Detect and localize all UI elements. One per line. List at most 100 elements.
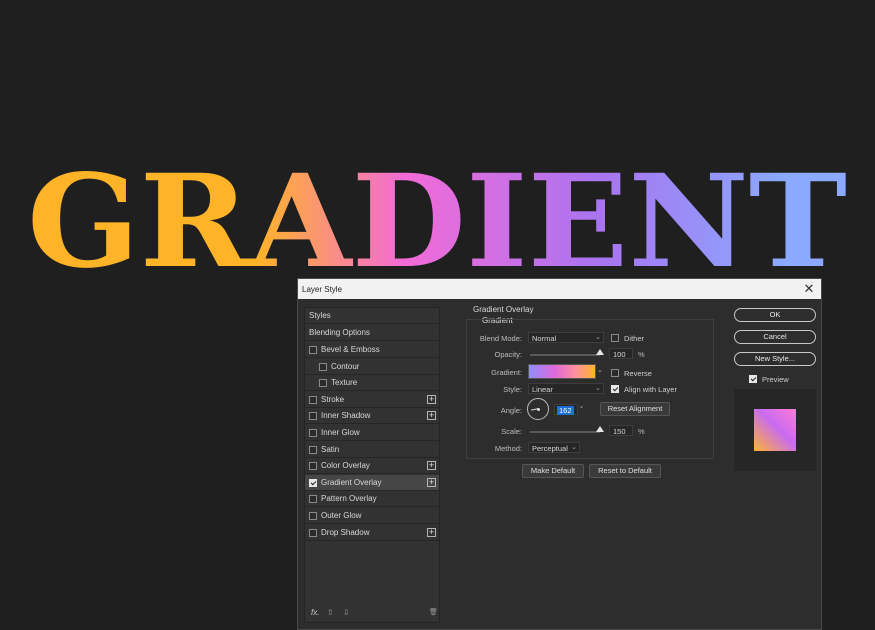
scale-slider[interactable] <box>530 426 604 433</box>
dither-checkbox-row[interactable]: Dither <box>611 333 644 343</box>
dither-label: Dither <box>624 334 645 343</box>
preview-checkbox[interactable] <box>749 375 757 383</box>
blend-mode-label: Blend Mode: <box>479 334 522 343</box>
style-item-checkbox[interactable] <box>319 379 327 388</box>
align-with-layer-label: Align with Layer <box>624 385 677 394</box>
style-item-checkbox[interactable] <box>309 395 317 404</box>
style-item[interactable]: Texture <box>305 375 439 392</box>
scale-value: 150 <box>613 427 626 436</box>
preview-swatch <box>754 409 796 451</box>
reset-to-default-button[interactable]: Reset to Default <box>589 464 661 478</box>
make-default-button[interactable]: Make Default <box>522 464 584 478</box>
style-item[interactable]: Contour <box>305 359 439 375</box>
blend-mode-value: Normal <box>532 334 557 343</box>
style-item-label: Texture <box>331 378 358 388</box>
opacity-slider[interactable] <box>530 349 604 356</box>
style-item[interactable]: Outer Glow <box>305 508 439 524</box>
hero-svg: GRADIENT <box>27 147 847 288</box>
add-instance-icon[interactable]: + <box>427 477 436 487</box>
blend-mode-select[interactable]: Normal ⌄ <box>528 332 604 343</box>
opacity-input[interactable]: 100 <box>609 348 633 359</box>
gradient-label: Gradient: <box>491 368 522 377</box>
style-item[interactable]: Color Overlay + <box>305 458 439 475</box>
styles-header[interactable]: Styles <box>305 308 439 324</box>
align-with-layer-row[interactable]: Align with Layer <box>611 384 677 394</box>
method-label: Method: <box>494 444 522 453</box>
style-item-checkbox[interactable] <box>309 528 317 537</box>
ok-button[interactable]: OK <box>734 308 816 322</box>
scale-unit: % <box>638 427 645 436</box>
style-item-checkbox[interactable] <box>309 495 317 504</box>
dialog-title: Layer Style <box>302 285 343 294</box>
style-value: Linear <box>532 385 553 394</box>
blending-options-label: Blending Options <box>309 328 370 337</box>
add-instance-icon[interactable]: + <box>427 411 436 421</box>
style-item[interactable]: Gradient Overlay + <box>305 474 439 491</box>
angle-input[interactable]: 162 <box>554 404 578 415</box>
scale-input[interactable]: 150 <box>609 425 633 436</box>
style-label: Style: <box>503 385 522 394</box>
scale-label: Scale: <box>501 427 522 436</box>
gradient-dropdown-icon[interactable]: ⌄ <box>597 366 603 374</box>
gradient-swatch[interactable] <box>528 364 596 379</box>
gradient-hero-text: GRADIENT <box>0 138 875 288</box>
add-instance-icon[interactable]: + <box>427 527 436 537</box>
style-item[interactable]: Inner Glow <box>305 425 439 441</box>
style-item-checkbox[interactable] <box>309 462 317 471</box>
style-item[interactable]: Satin <box>305 442 439 458</box>
style-item-checkbox[interactable] <box>309 445 317 454</box>
method-select[interactable]: Perceptual ⌄ <box>528 442 580 453</box>
style-item-checkbox[interactable] <box>319 362 327 371</box>
reverse-checkbox[interactable] <box>611 369 619 377</box>
style-item-label: Outer Glow <box>321 511 362 520</box>
style-item[interactable]: Bevel & Emboss <box>305 342 439 358</box>
style-item-label: Gradient Overlay <box>321 477 382 487</box>
style-item-checkbox[interactable] <box>309 412 317 421</box>
style-item-label: Pattern Overlay <box>321 494 377 504</box>
preview-checkbox-row[interactable]: Preview <box>749 374 789 384</box>
style-preview <box>734 389 816 471</box>
style-item[interactable]: Drop Shadow + <box>305 525 439 541</box>
chevron-down-icon: ⌄ <box>595 385 601 392</box>
style-item-checkbox[interactable] <box>309 429 317 437</box>
chevron-down-icon: ⌄ <box>571 444 577 451</box>
add-instance-icon[interactable]: + <box>427 394 436 404</box>
angle-dial-center <box>537 408 540 411</box>
chevron-down-icon: ⌄ <box>595 334 601 341</box>
reverse-label: Reverse <box>624 369 652 378</box>
style-item-label: Bevel & Emboss <box>321 345 380 354</box>
new-style-button[interactable]: New Style... <box>734 352 816 366</box>
dither-checkbox[interactable] <box>611 334 619 342</box>
angle-unit: ° <box>580 404 583 413</box>
style-item-checkbox[interactable] <box>309 346 317 354</box>
style-item-checkbox[interactable] <box>309 512 317 520</box>
styles-bottom-bar: fx. ⇧ ⇩ 🗑 <box>305 602 439 622</box>
move-down-icon[interactable]: ⇩ <box>343 608 350 617</box>
add-instance-icon[interactable]: + <box>427 461 436 471</box>
opacity-unit: % <box>638 350 645 359</box>
style-item-label: Inner Shadow <box>321 411 371 421</box>
fx-icon[interactable]: fx. <box>311 608 319 617</box>
move-up-icon[interactable]: ⇧ <box>327 608 334 617</box>
opacity-slider-handle[interactable] <box>596 349 604 355</box>
style-item[interactable]: Stroke + <box>305 392 439 408</box>
align-with-layer-checkbox[interactable] <box>611 385 619 393</box>
method-value: Perceptual <box>532 444 568 453</box>
close-icon[interactable]: ✕ <box>801 281 817 297</box>
style-item-checkbox[interactable] <box>309 478 317 487</box>
style-item[interactable]: Inner Shadow + <box>305 408 439 425</box>
styles-list: Styles Blending Options Bevel & Emboss Co… <box>304 307 440 623</box>
reverse-checkbox-row[interactable]: Reverse <box>611 368 652 378</box>
scale-slider-handle[interactable] <box>596 426 604 432</box>
reset-alignment-button[interactable]: Reset Alignment <box>600 402 670 416</box>
blending-options-item[interactable]: Blending Options <box>305 325 439 341</box>
section-title: Gradient Overlay <box>473 305 534 314</box>
preview-label: Preview <box>762 375 789 384</box>
trash-icon[interactable]: 🗑 <box>429 608 438 616</box>
style-select[interactable]: Linear ⌄ <box>528 383 604 394</box>
cancel-button[interactable]: Cancel <box>734 330 816 344</box>
angle-dial[interactable] <box>527 398 549 420</box>
style-item[interactable]: Pattern Overlay <box>305 491 439 508</box>
style-item-label: Stroke <box>321 394 345 404</box>
angle-value: 162 <box>557 406 574 415</box>
